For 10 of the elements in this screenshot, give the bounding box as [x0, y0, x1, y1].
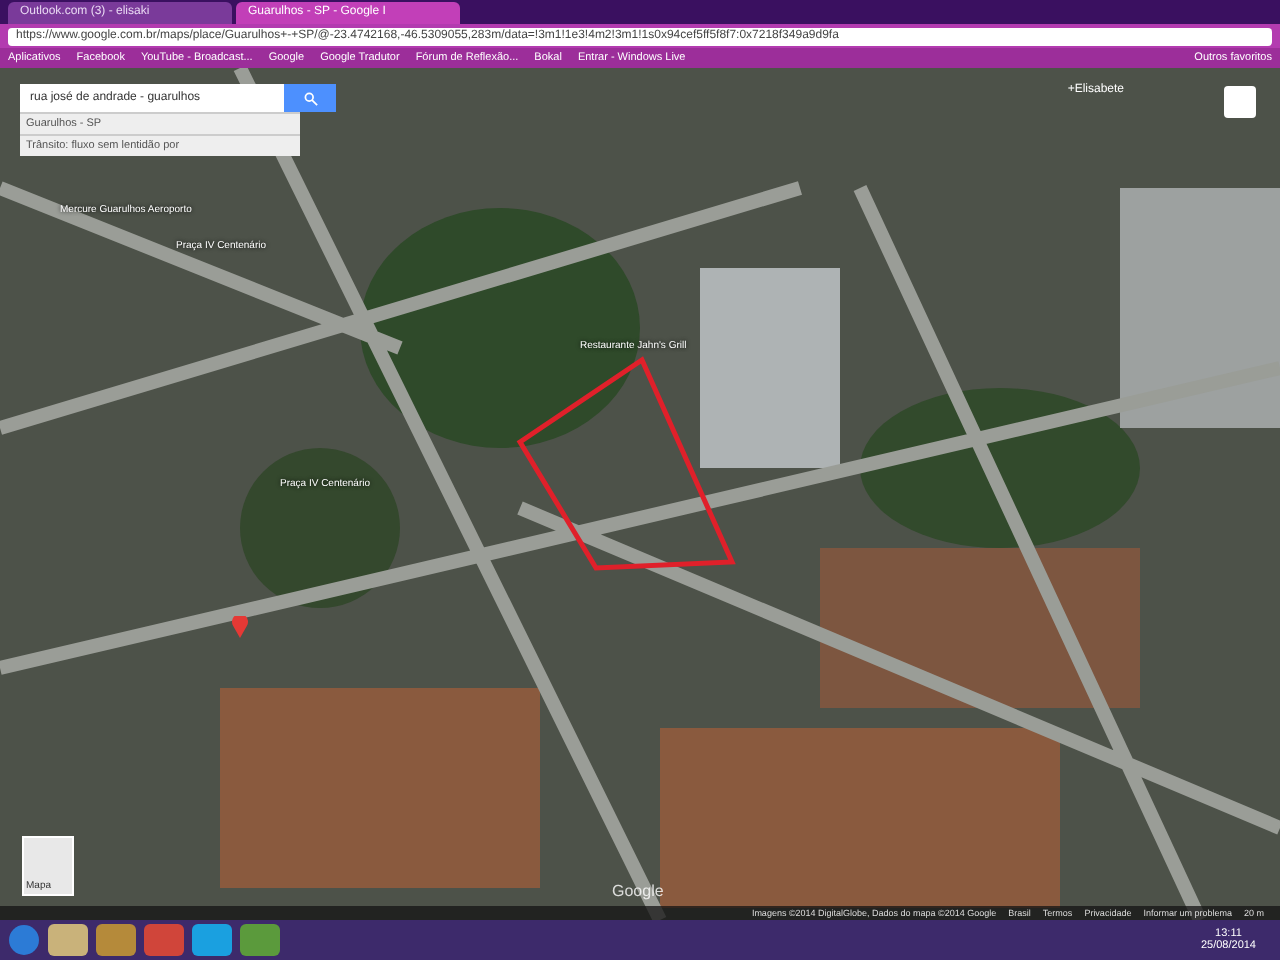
- search-icon: [303, 91, 317, 105]
- taskbar-app-icon[interactable]: [144, 924, 184, 956]
- location-pin-icon[interactable]: [232, 616, 248, 638]
- taskbar-app-icon[interactable]: [48, 924, 88, 956]
- search-button[interactable]: [284, 84, 336, 112]
- taskbar-app-icon[interactable]: [96, 924, 136, 956]
- taskbar-app-icon[interactable]: [240, 924, 280, 956]
- map-logo: Google: [612, 882, 664, 900]
- taskbar-app-icon[interactable]: [192, 924, 232, 956]
- start-button-icon[interactable]: [8, 924, 40, 956]
